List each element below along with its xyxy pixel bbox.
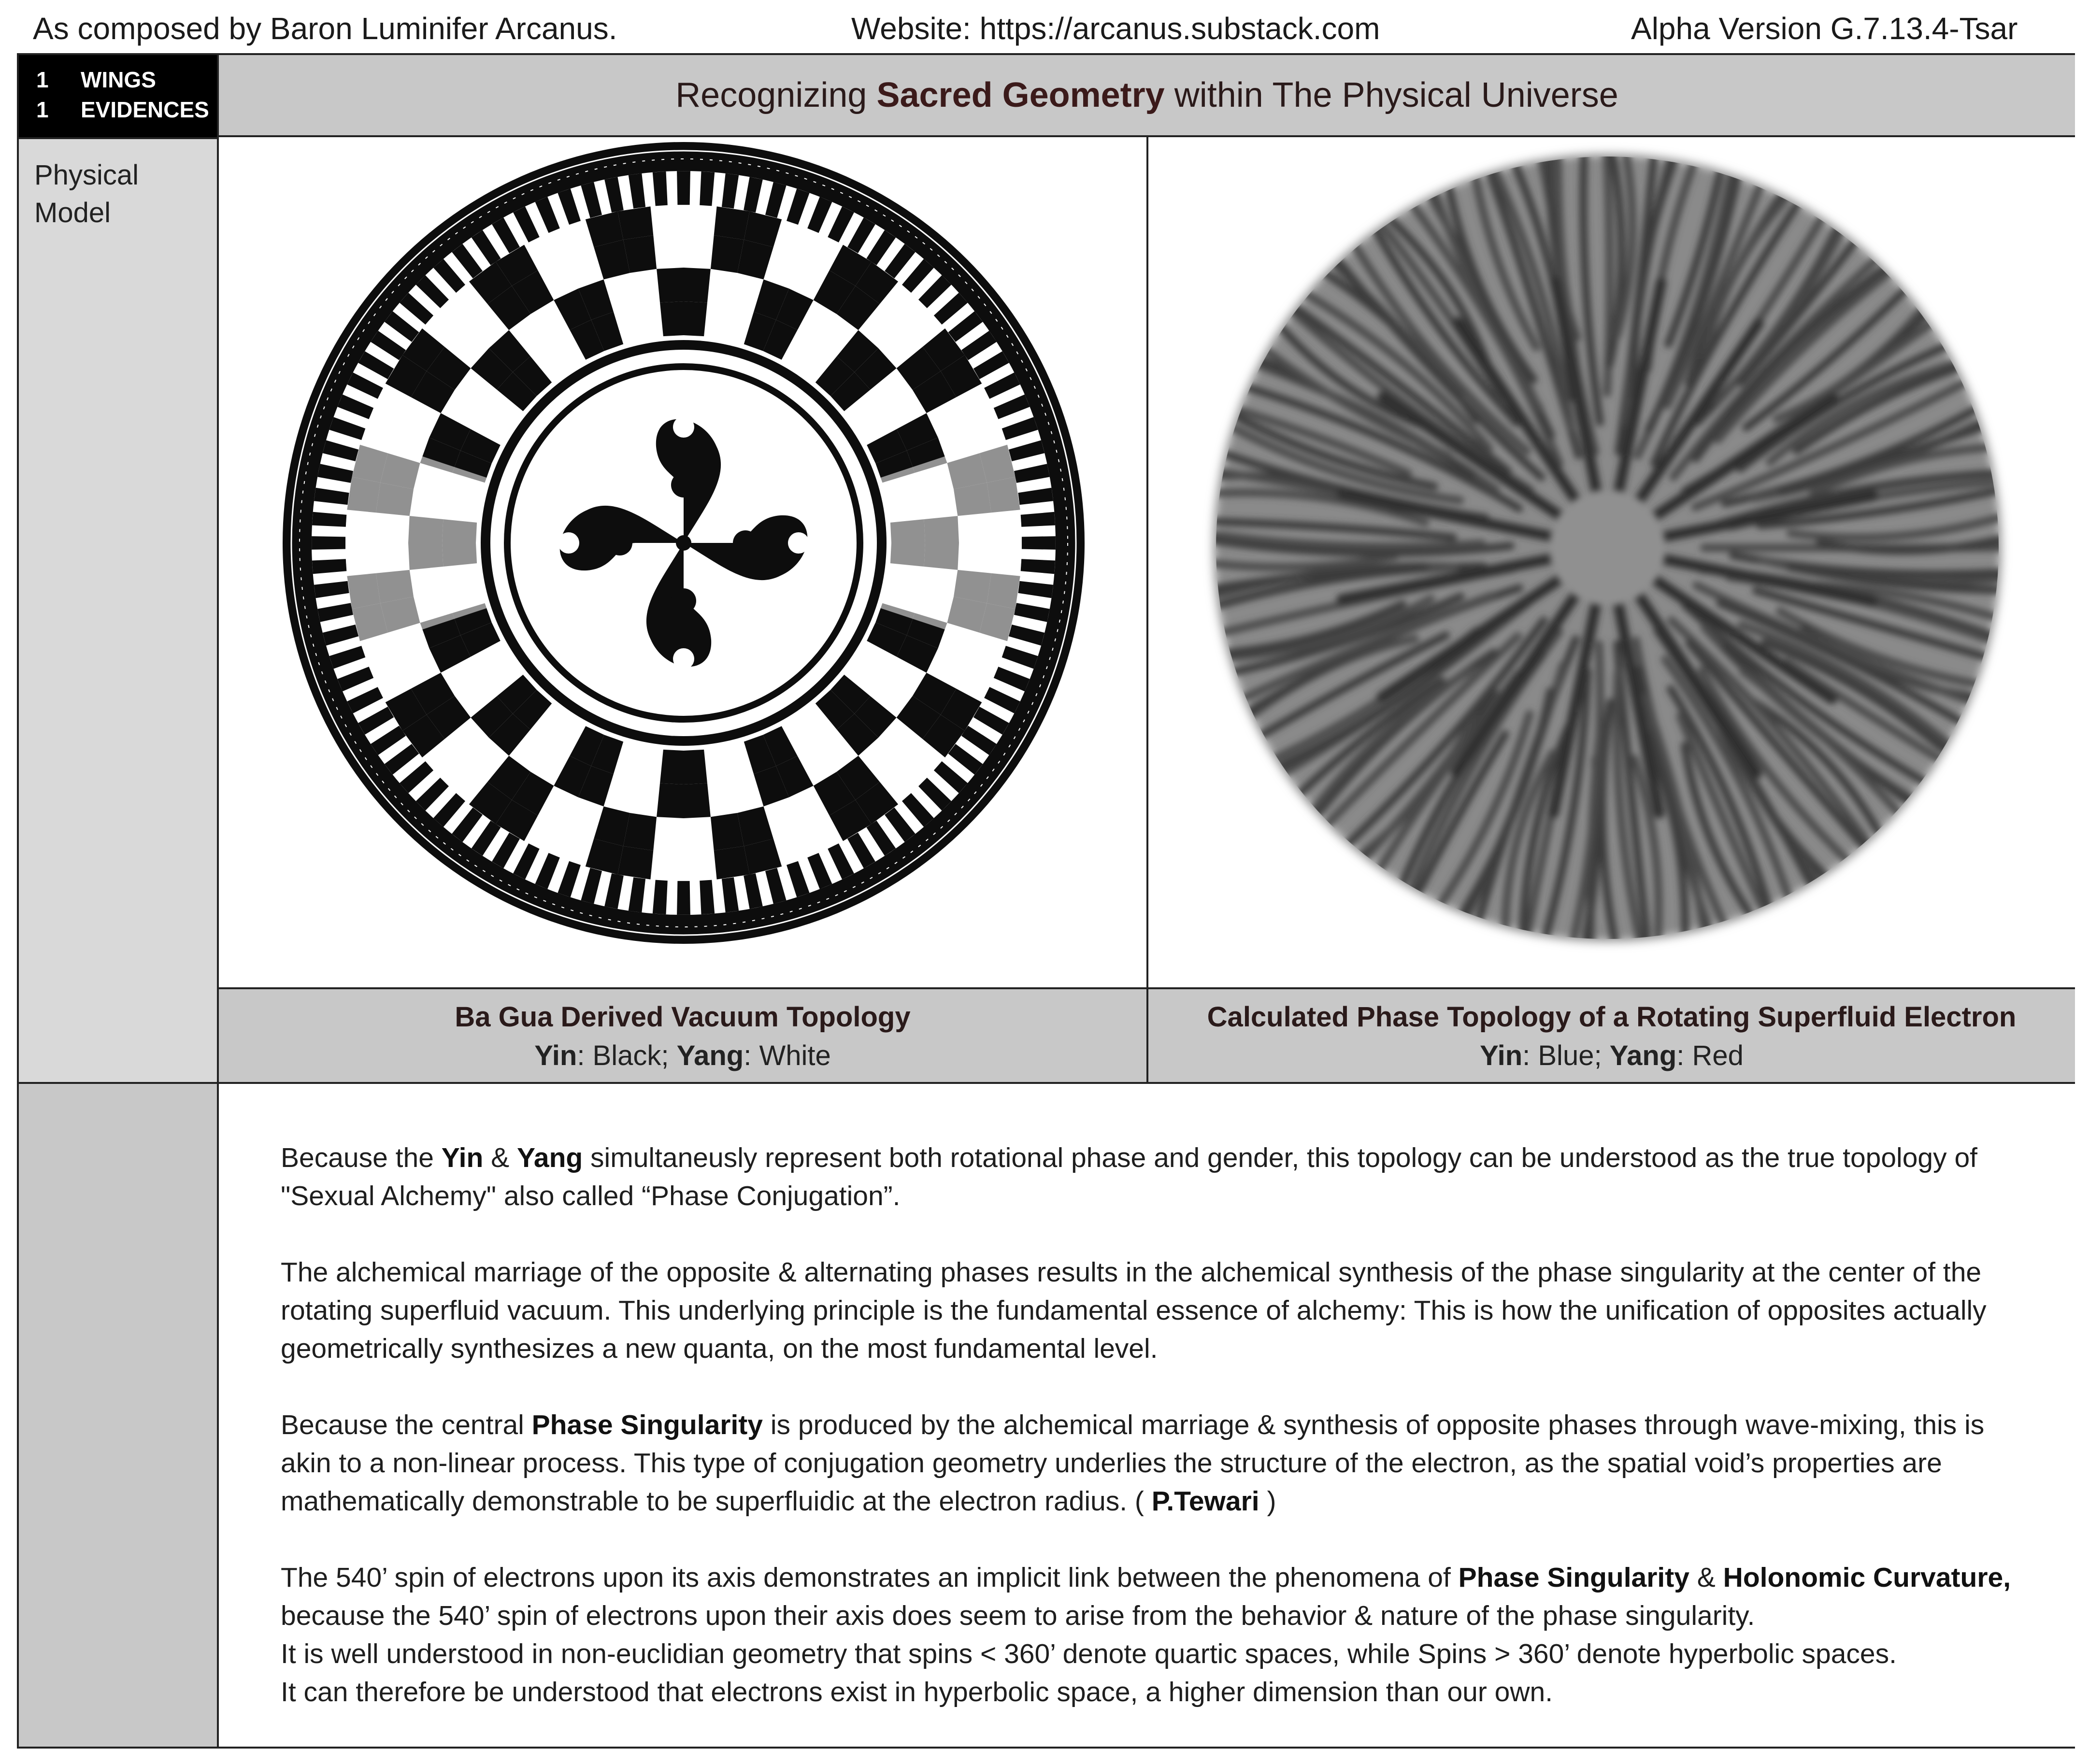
document-header: As composed by Baron Luminifer Arcanus. … xyxy=(0,0,2089,53)
caption-left-yang-text: : White xyxy=(744,1040,831,1071)
paragraph-3: Because the central Phase Singularity is… xyxy=(281,1406,2030,1521)
body-text-cell: Because the Yin & Yang simultaneusly rep… xyxy=(217,1084,2075,1747)
caption-right-yang-text: : Red xyxy=(1676,1040,1744,1071)
badge-wings-label: WINGS xyxy=(81,67,156,92)
title-suffix: within The Physical Universe xyxy=(1164,76,1618,114)
p4-line-3: It can therefore be understood that elec… xyxy=(281,1677,1553,1707)
bagua-topology-image xyxy=(283,142,1085,944)
caption-right: Calculated Phase Topology of a Rotating … xyxy=(1146,987,2075,1084)
page-title: Recognizing Sacred Geometry within The P… xyxy=(217,55,2075,137)
p3-citation: P.Tewari xyxy=(1151,1486,1259,1517)
wings-evidences-badge: 1 WINGS 1 EVIDENCES xyxy=(19,55,217,137)
section-label-cell: Physical Model xyxy=(19,137,217,1084)
badge-evidences-count: 1 xyxy=(36,97,49,122)
content-table: 1 WINGS 1 EVIDENCES Recognizing Sacred Geo… xyxy=(17,53,2075,1749)
caption-right-legend: Yin: Blue; Yang: Red xyxy=(1148,1037,2075,1075)
p4-text-a: The 540’ spin of electrons upon its axis… xyxy=(281,1562,1459,1593)
bagua-image-cell xyxy=(217,137,1146,987)
author-line: As composed by Baron Luminifer Arcanus. xyxy=(33,11,617,46)
phase-topology-image xyxy=(1214,154,2001,941)
p3-text-a: Because the central xyxy=(281,1409,532,1440)
caption-right-title: Calculated Phase Topology of a Rotating … xyxy=(1207,1001,2017,1033)
version-line: Alpha Version G.7.13.4-Tsar xyxy=(1631,11,2018,46)
caption-right-yin-text: : Blue; xyxy=(1522,1040,1610,1071)
p3-text-c: ) xyxy=(1259,1486,1276,1517)
p4-holonomic-curvature: Holonomic Curvature, xyxy=(1723,1562,2011,1593)
p4-line-2: It is well understood in non-euclidian g… xyxy=(281,1638,1897,1669)
electron-image-cell xyxy=(1146,137,2075,987)
bagua-diagram xyxy=(283,142,1085,944)
paragraph-4: The 540’ spin of electrons upon its axis… xyxy=(281,1559,2030,1711)
empty-label-cell xyxy=(19,1084,217,1747)
badge-row-wings: 1 WINGS xyxy=(36,65,217,95)
title-prefix: Recognizing xyxy=(675,76,877,114)
caption-left-yin: Yin xyxy=(534,1040,577,1071)
paragraph-2: The alchemical marriage of the opposite … xyxy=(281,1257,1987,1364)
caption-left-yang: Yang xyxy=(676,1040,744,1071)
p1-yin: Yin xyxy=(441,1142,484,1173)
caption-left-yin-text: : Black; xyxy=(577,1040,677,1071)
p3-phase-singularity: Phase Singularity xyxy=(531,1409,763,1440)
p1-text-b: & xyxy=(483,1142,517,1173)
website-line: Website: https://arcanus.substack.com xyxy=(851,11,1380,46)
title-bold: Sacred Geometry xyxy=(876,76,1165,114)
badge-row-evidences: 1 EVIDENCES xyxy=(36,95,217,125)
caption-right-yin: Yin xyxy=(1480,1040,1523,1071)
p4-text-c: because the 540’ spin of electrons upon … xyxy=(281,1600,1755,1631)
caption-left-title: Ba Gua Derived Vacuum Topology xyxy=(455,1001,911,1033)
p1-yang: Yang xyxy=(517,1142,583,1173)
p4-text-amp: & xyxy=(1689,1562,1723,1593)
p1-text-a: Because the xyxy=(281,1142,442,1173)
caption-left: Ba Gua Derived Vacuum Topology Yin: Blac… xyxy=(217,987,1146,1084)
section-label: Physical Model xyxy=(34,159,139,228)
p4-phase-singularity: Phase Singularity xyxy=(1458,1562,1689,1593)
badge-wings-count: 1 xyxy=(36,67,49,92)
badge-evidences-label: EVIDENCES xyxy=(81,97,209,122)
caption-left-legend: Yin: Black; Yang: White xyxy=(219,1037,1146,1075)
paragraph-1: Because the Yin & Yang simultaneusly rep… xyxy=(281,1139,2030,1215)
caption-right-yang: Yang xyxy=(1609,1040,1677,1071)
